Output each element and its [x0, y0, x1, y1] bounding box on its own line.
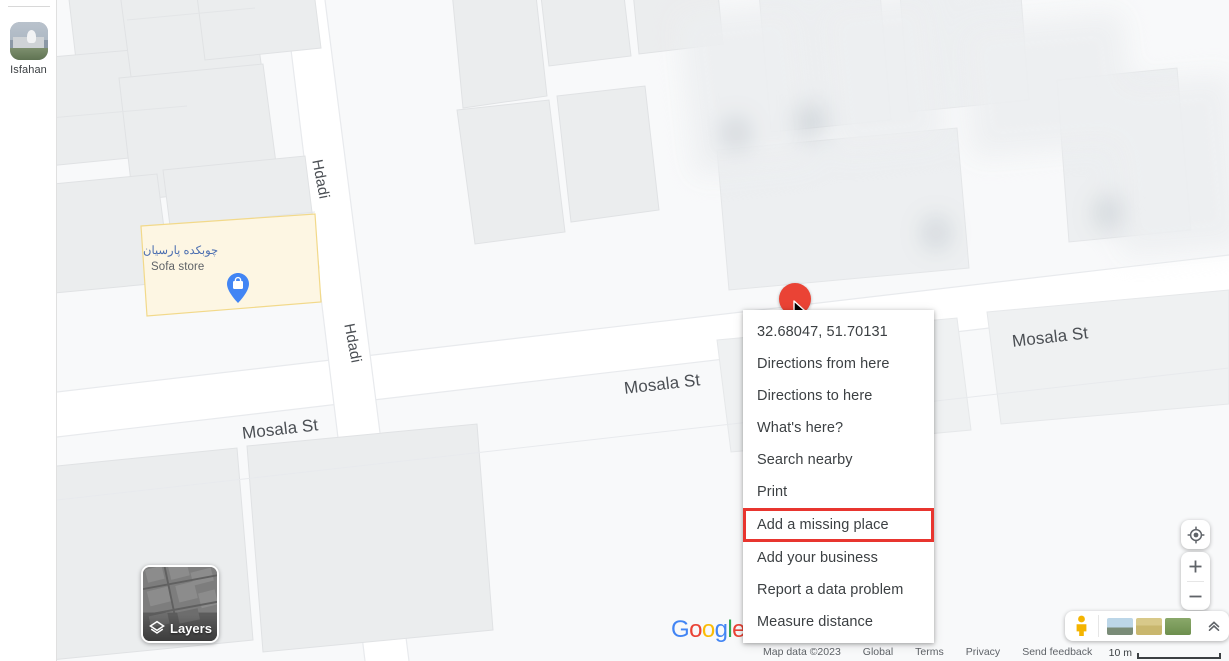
imagery-thumbnails[interactable] [1099, 617, 1199, 635]
context-menu-item-report-a-data-problem[interactable]: Report a data problem [743, 574, 934, 606]
pegman-button[interactable] [1065, 615, 1098, 637]
footer-link-global[interactable]: Global [863, 646, 893, 658]
sidebar-item-isfahan[interactable]: Isfahan [0, 22, 57, 76]
footer-map-data: Map data ©2023 [763, 646, 841, 658]
context-menu-item-add-a-missing-place[interactable]: Add a missing place [743, 508, 934, 542]
footer-links[interactable]: Map data ©2023 Global Terms Privacy Send… [763, 646, 1092, 658]
layers-label: Layers [170, 620, 212, 636]
my-location-icon [1187, 526, 1204, 543]
footer-link-privacy[interactable]: Privacy [966, 646, 1000, 658]
context-menu-item-directions-to-here[interactable]: Directions to here [743, 380, 934, 412]
google-logo[interactable]: Google [671, 616, 745, 644]
imagery-thumbnail-2[interactable] [1136, 617, 1162, 635]
plus-icon [1189, 560, 1202, 573]
zoom-out-button[interactable] [1181, 582, 1210, 611]
footer-link-send-feedback[interactable]: Send feedback [1022, 646, 1092, 658]
layers-bar: Layers [143, 615, 217, 641]
map-vector-shapes [57, 0, 1229, 661]
expand-imagery-button[interactable] [1199, 618, 1229, 634]
shopping-bag-pin-icon[interactable] [225, 272, 251, 304]
sidebar-divider [8, 6, 50, 7]
place-thumbnail-icon [9, 22, 48, 60]
left-sidebar: Isfahan [0, 0, 57, 661]
google-maps-app: Isfahan Hdadi Hdadi Mosala St Mosala St … [0, 0, 1229, 661]
zoom-controls[interactable] [1181, 552, 1210, 610]
imagery-thumbnail-1[interactable] [1107, 617, 1133, 635]
context-menu-item-coordinates[interactable]: 32.68047, 51.70131 [743, 316, 934, 348]
layers-diamond-icon [149, 620, 165, 634]
context-menu-item-search-nearby[interactable]: Search nearby [743, 444, 934, 476]
context-menu-item-directions-from-here[interactable]: Directions from here [743, 348, 934, 380]
map-context-menu[interactable]: 32.68047, 51.70131 Directions from here … [743, 310, 934, 643]
pegman-icon [1076, 615, 1087, 636]
sidebar-item-label: Isfahan [10, 64, 47, 76]
imagery-thumbnail-3[interactable] [1165, 617, 1191, 635]
context-menu-item-measure-distance[interactable]: Measure distance [743, 606, 934, 638]
footer-link-terms[interactable]: Terms [915, 646, 944, 658]
context-menu-item-whats-here[interactable]: What's here? [743, 412, 934, 444]
map-canvas[interactable]: Hdadi Hdadi Mosala St Mosala St Mosala S… [57, 0, 1229, 661]
minus-icon [1189, 595, 1202, 598]
chevron-double-up-icon [1208, 621, 1220, 631]
context-menu-item-print[interactable]: Print [743, 476, 934, 508]
my-location-button[interactable] [1181, 520, 1210, 549]
context-menu-item-add-your-business[interactable]: Add your business [743, 542, 934, 574]
zoom-in-button[interactable] [1181, 552, 1210, 581]
street-view-and-imagery-strip[interactable] [1065, 611, 1229, 641]
layers-button[interactable]: Layers [141, 565, 219, 643]
